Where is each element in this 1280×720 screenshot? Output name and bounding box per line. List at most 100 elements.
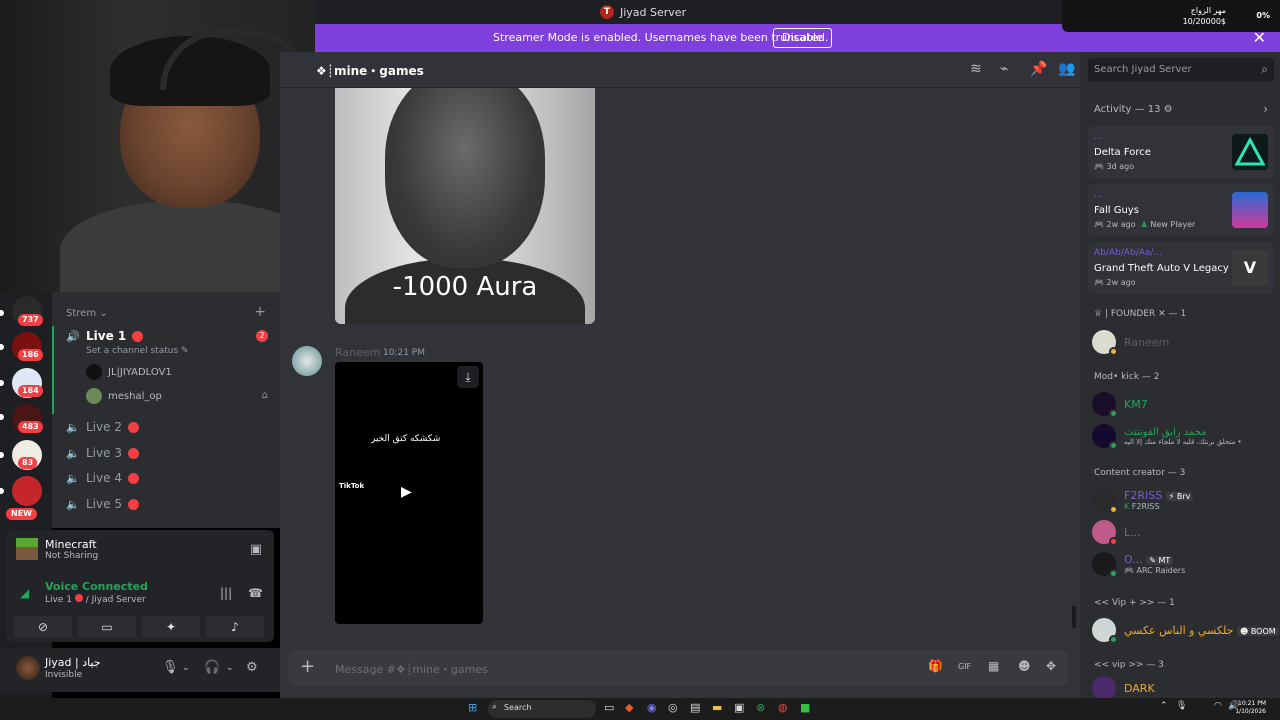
disconnect-icon[interactable]: ☎ — [248, 586, 263, 600]
server-tag-text: MT — [1158, 556, 1171, 565]
system-clock[interactable]: 10:21 PM 1/10/2026 — [1235, 700, 1266, 716]
live-dot — [127, 472, 139, 484]
voice-user-1[interactable]: JL|JIYADLOV1 — [86, 362, 172, 382]
sticker-icon[interactable]: ▦ — [988, 659, 999, 673]
avatar[interactable] — [292, 346, 322, 376]
channel-label: Live 4 — [86, 471, 122, 485]
activity-card[interactable]: ... Delta Force 🎮 3d ago — [1088, 126, 1274, 178]
speaker-icon: 🔈 — [66, 420, 80, 434]
gear-icon[interactable]: ⚙ — [246, 660, 258, 675]
activity-card[interactable]: Ab/Ab/Ab/Aa/... Grand Theft Auto V Legac… — [1088, 242, 1274, 294]
xbox-icon[interactable]: ⊗ — [756, 701, 765, 714]
donation-goal-widget: مهر الزواج 10/20000$ 0% — [1062, 0, 1280, 32]
category-strem[interactable]: Strem ⌄ — [66, 308, 108, 319]
voice-channel-live-4[interactable]: 🔈 Live 4 — [66, 468, 139, 488]
chevron-down-icon[interactable]: ⌄ — [182, 663, 190, 673]
member-item[interactable]: L... — [1092, 518, 1141, 546]
wifi-icon[interactable]: ◠ — [1214, 701, 1222, 711]
microphone-tray-icon[interactable]: 🎙 — [1176, 701, 1187, 711]
threads-icon[interactable]: ≋ — [970, 61, 982, 77]
apps-icon[interactable]: ✥ — [1046, 659, 1056, 673]
add-channel-icon[interactable]: + — [254, 304, 266, 320]
member-item[interactable]: O... ✎ MT 🎮 ARC Raiders — [1092, 550, 1185, 578]
activity-card[interactable]: ... Fall Guys 🎮 2w ago ♟ New Player — [1088, 184, 1274, 236]
noise-suppression-icon[interactable]: ||| — [220, 586, 232, 600]
video-attachment[interactable]: ⤓ شكشكه كتق الخير TikTok ▶ — [335, 362, 483, 624]
voice-channel-live-2[interactable]: 🔈 Live 2 — [66, 417, 139, 437]
gif-icon[interactable]: GIF — [958, 662, 971, 671]
chrome-icon[interactable]: ◍ — [778, 701, 788, 714]
member-item[interactable]: DARK — [1092, 674, 1155, 698]
server-icon-6[interactable] — [12, 476, 42, 506]
search-input[interactable]: Search Jiyad Server — [1094, 64, 1192, 75]
channel-name: ❖┊mine・games — [316, 64, 424, 78]
member-item[interactable]: جلكسي و الناس عكسي ☻ BOOM — [1092, 616, 1279, 644]
disable-streamer-mode-button[interactable]: Disable — [773, 28, 832, 48]
message-input[interactable]: Message #❖┊mine・games — [335, 661, 488, 677]
chevron-right-icon[interactable]: › — [1263, 102, 1268, 116]
activity-user: ... — [1094, 132, 1103, 142]
voice-channel-live-5[interactable]: 🔈 Live 5 — [66, 494, 139, 514]
pin-icon[interactable]: 📌 — [1030, 61, 1047, 77]
notification-icon[interactable]: ⌁ — [1000, 61, 1008, 77]
member-item[interactable]: محمد رايق الفونتتث متحلق برنتك، قلبه لا … — [1092, 422, 1242, 450]
voice-channel-live-1[interactable]: 🔊 Live 1 — [66, 326, 144, 346]
app-icon[interactable]: ▤ — [690, 701, 700, 714]
scrollbar[interactable] — [1072, 606, 1076, 628]
avatar — [1092, 488, 1118, 514]
live-dot — [74, 594, 83, 602]
headphones-icon[interactable]: 🎧 — [204, 660, 220, 675]
taskbar-search-label: Search — [504, 703, 532, 712]
avatar[interactable] — [16, 656, 40, 680]
screen-share-button[interactable]: ▭ — [78, 616, 136, 638]
tiktok-logo: TikTok — [339, 482, 365, 490]
chevron-down-icon[interactable]: ⌄ — [226, 663, 234, 673]
add-attachment-icon[interactable]: + — [300, 656, 315, 677]
member-item[interactable]: Raneem — [1092, 328, 1169, 356]
gamepad-icon: ⌂ — [261, 390, 268, 401]
microphone-icon[interactable]: 🎙 — [162, 660, 179, 675]
share-screen-icon[interactable]: ▣ — [250, 542, 262, 557]
member-name-text: جلكسي و الناس عكسي — [1124, 623, 1234, 637]
role-group-header: << Vip + >> — 1 — [1094, 598, 1175, 608]
gift-icon[interactable]: 🎁 — [928, 659, 943, 673]
camera-off-button[interactable]: ⊘ — [14, 616, 72, 638]
set-channel-status[interactable]: Set a channel status ✎ — [86, 346, 189, 356]
download-icon[interactable]: ⤓ — [457, 366, 479, 388]
steam-icon[interactable]: ◎ — [668, 701, 678, 714]
emoji-icon[interactable]: ☻ — [1018, 659, 1031, 673]
minecraft-taskbar-icon[interactable]: ■ — [800, 701, 810, 714]
message-author[interactable]: Raneem — [335, 346, 380, 359]
member-info: O... ✎ MT 🎮 ARC Raiders — [1124, 553, 1185, 575]
windows-start-icon[interactable]: ⊞ — [468, 701, 477, 714]
minecraft-icon — [16, 538, 38, 560]
window-title: T Jiyad Server — [600, 4, 686, 20]
member-item[interactable]: F2RISS ⚡ Brv K F2RISS — [1092, 486, 1194, 514]
voice-channel-live-3[interactable]: 🔈 Live 3 — [66, 443, 139, 463]
live-dot — [132, 330, 144, 342]
activities-button[interactable]: ✦ — [142, 616, 200, 638]
play-icon[interactable]: ▶ — [401, 484, 412, 500]
webcam-person-shirt — [60, 200, 315, 292]
member-list-icon[interactable]: 👥 — [1058, 61, 1075, 77]
meme-image[interactable]: -1000 Aura — [335, 88, 595, 324]
member-item[interactable]: KM7 — [1092, 390, 1148, 418]
member-info: محمد رايق الفونتتث متحلق برنتك، قلبه لا … — [1124, 427, 1242, 446]
brave-icon[interactable]: ◆ — [625, 701, 633, 714]
taskbar-search[interactable]: ⌕ Search — [488, 700, 596, 718]
voice-user-2[interactable]: meshal_op — [86, 386, 162, 406]
task-view-icon[interactable]: ▭ — [604, 701, 614, 714]
folder-icon[interactable]: ▬ — [712, 701, 722, 714]
meme-face — [385, 88, 545, 268]
store-icon[interactable]: ▣ — [734, 701, 744, 714]
soundboard-button[interactable]: ♪ — [206, 616, 264, 638]
voice-server-name: / Jiyad Server — [85, 595, 146, 605]
server-search[interactable]: Search Jiyad Server ⌕ — [1088, 58, 1274, 82]
channel-label: Live 1 — [86, 329, 127, 343]
signal-icon[interactable]: ◢ — [20, 586, 29, 600]
meme-caption: -1000 Aura — [392, 272, 538, 302]
chevron-up-icon[interactable]: ⌃ — [1160, 701, 1168, 711]
voice-connected-label[interactable]: Voice Connected — [45, 580, 148, 593]
discord-icon[interactable]: ◉ — [647, 701, 657, 714]
avatar — [1092, 330, 1118, 356]
